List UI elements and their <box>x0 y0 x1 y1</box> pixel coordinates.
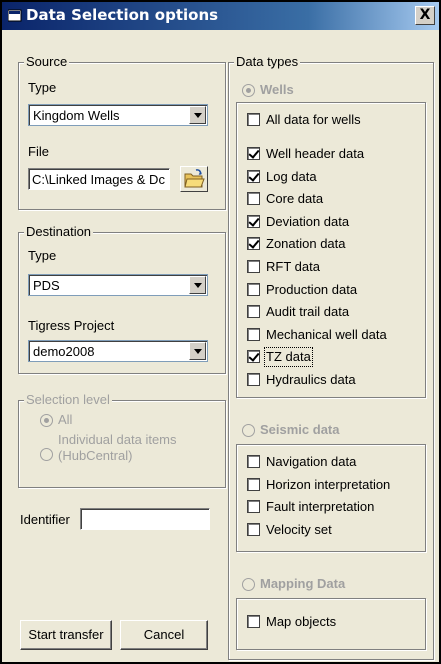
selection-individual-sublabel: (HubCentral) <box>58 448 133 463</box>
checkbox-box[interactable] <box>247 237 260 251</box>
title-bar[interactable]: Data Selection options X <box>2 2 439 30</box>
destination-legend: Destination <box>24 224 94 240</box>
checkbox-box[interactable] <box>247 305 260 319</box>
checkbox-box[interactable] <box>247 169 260 183</box>
checkbox-box[interactable] <box>247 350 260 364</box>
source-file-field[interactable]: C:\Linked Images & Dc <box>28 168 170 190</box>
source-legend: Source <box>24 54 70 70</box>
source-type-label: Type <box>28 80 57 95</box>
checkbox-box[interactable] <box>247 615 260 628</box>
destination-group: Destination Type PDS Tigress Project dem… <box>18 224 226 374</box>
selection-individual-label: Individual data items <box>58 432 177 447</box>
data-selection-dialog: Data Selection options X Source Type Kin… <box>0 0 441 664</box>
data-type-label: Velocity set <box>266 521 332 537</box>
seismic-label: Seismic data <box>260 422 340 437</box>
data-type-label: Mechanical well data <box>266 326 387 342</box>
wells-label: Wells <box>260 82 294 97</box>
source-group: Source Type Kingdom Wells File C:\Linked… <box>18 54 226 210</box>
checkbox-box[interactable] <box>247 522 260 536</box>
window-title: Data Selection options <box>26 6 219 24</box>
data-type-label: RFT data <box>266 259 320 274</box>
checkbox-box[interactable] <box>247 282 260 296</box>
data-type-label: Navigation data <box>266 454 357 469</box>
open-folder-icon <box>184 169 205 188</box>
identifier-input[interactable] <box>80 508 210 530</box>
seismic-radio[interactable] <box>242 424 255 437</box>
tigress-project-label: Tigress Project <box>28 318 115 333</box>
checkbox-box[interactable] <box>247 477 260 491</box>
checkbox-box[interactable] <box>247 113 260 126</box>
destination-type-value: PDS <box>33 278 60 293</box>
data-type-label: TZ data <box>264 347 313 368</box>
data-type-label: Map objects <box>266 614 337 629</box>
data-types-group: Data types Wells All data for wells Well… <box>228 54 434 660</box>
source-file-label: File <box>28 144 49 159</box>
destination-type-label: Type <box>28 248 57 263</box>
source-type-select[interactable]: Kingdom Wells <box>28 104 208 126</box>
dropdown-arrow-icon[interactable] <box>189 342 206 360</box>
all-data-for-wells-label: All data for wells <box>266 112 361 127</box>
dropdown-arrow-icon[interactable] <box>189 106 206 124</box>
checkbox-box[interactable] <box>247 500 260 514</box>
selection-level-legend: Selection level <box>24 392 112 408</box>
selection-individual-radio[interactable] <box>40 448 53 461</box>
source-file-value: C:\Linked Images & Dc <box>32 172 165 187</box>
wells-box: All data for wells Well header data Log d… <box>236 102 426 398</box>
checkbox-box[interactable] <box>247 327 260 341</box>
cancel-button[interactable]: Cancel <box>120 620 208 650</box>
close-button[interactable]: X <box>415 6 435 25</box>
seismic-box: Navigation data Horizon interpretation Fau… <box>236 444 426 552</box>
data-type-label: Well header data <box>266 146 365 161</box>
checkbox-box[interactable] <box>247 147 260 160</box>
checkbox-box[interactable] <box>247 192 260 206</box>
destination-type-select[interactable]: PDS <box>28 274 208 296</box>
source-type-value: Kingdom Wells <box>33 108 120 123</box>
checkbox-box[interactable] <box>247 373 260 386</box>
selection-all-radio[interactable] <box>40 414 53 427</box>
data-type-label: Deviation data <box>266 213 350 229</box>
data-type-label: Zonation data <box>266 236 346 252</box>
checkbox-box[interactable] <box>247 214 260 228</box>
selection-level-group: Selection level All Individual data item… <box>18 392 226 488</box>
wells-radio[interactable] <box>242 84 255 97</box>
tigress-project-value: demo2008 <box>33 344 95 359</box>
start-transfer-button[interactable]: Start transfer <box>20 620 112 650</box>
window-icon <box>8 9 22 22</box>
browse-folder-button[interactable] <box>180 166 208 192</box>
data-type-label: Horizon interpretation <box>266 476 391 492</box>
data-type-label: Audit trail data <box>266 304 350 320</box>
data-type-label: Log data <box>266 168 317 184</box>
dropdown-arrow-icon[interactable] <box>189 276 206 294</box>
mapping-radio[interactable] <box>242 578 255 591</box>
data-type-label: Production data <box>266 281 358 297</box>
data-type-label: Core data <box>266 191 324 207</box>
mapping-box: Map objects <box>236 598 426 650</box>
mapping-label: Mapping Data <box>260 576 346 591</box>
identifier-label: Identifier <box>20 512 70 527</box>
data-type-label: Fault interpretation <box>266 499 375 515</box>
data-types-legend: Data types <box>234 54 301 70</box>
checkbox-box[interactable] <box>247 455 260 468</box>
data-type-label: Hydraulics data <box>266 372 356 387</box>
checkbox-box[interactable] <box>247 260 260 273</box>
tigress-project-select[interactable]: demo2008 <box>28 340 208 362</box>
selection-all-label: All <box>58 412 73 427</box>
